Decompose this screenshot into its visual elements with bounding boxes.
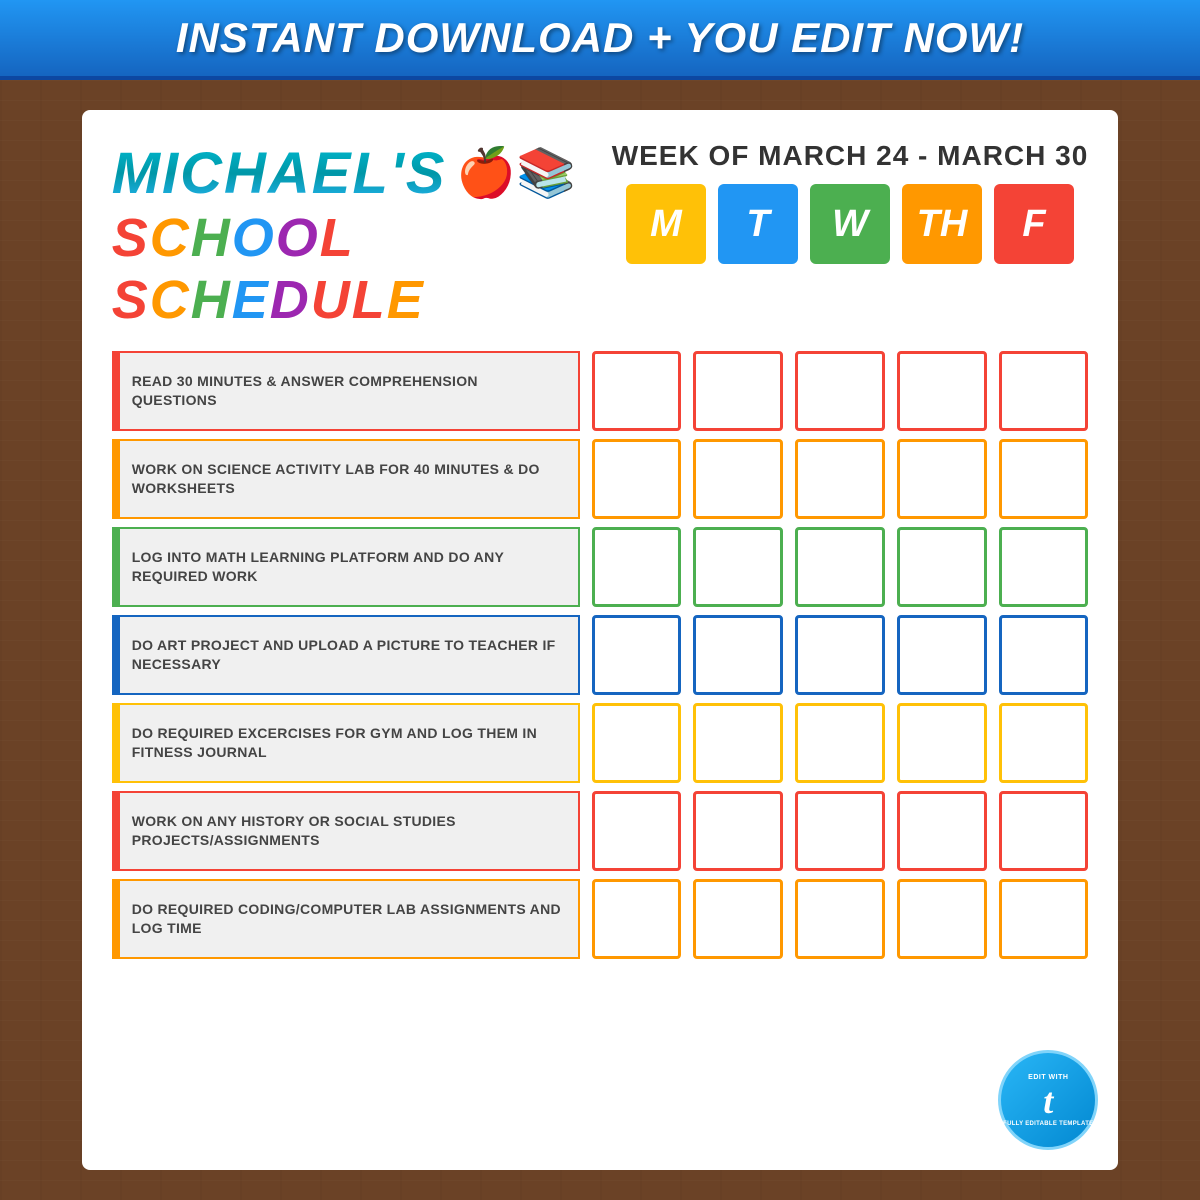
checkbox-t-5[interactable] (693, 703, 783, 783)
table-row: DO REQUIRED EXCERCISES FOR GYM AND LOG T… (112, 703, 1089, 783)
checkbox-t-3[interactable] (693, 527, 783, 607)
table-row: LOG INTO MATH LEARNING PLATFORM AND DO A… (112, 527, 1089, 607)
checkbox-t-2[interactable] (693, 439, 783, 519)
checkbox-m-5[interactable] (592, 703, 682, 783)
checkbox-w-5[interactable] (795, 703, 885, 783)
checkbox-f-7[interactable] (999, 879, 1089, 959)
checkbox-th-7[interactable] (897, 879, 987, 959)
checkboxes-row-6 (592, 791, 1089, 871)
task-label-1: READ 30 MINUTES & ANSWER COMPREHENSION Q… (112, 351, 580, 431)
week-section: WEEK OF MARCH 24 - MARCH 30 M T W TH F (592, 140, 1089, 264)
checkbox-t-7[interactable] (693, 879, 783, 959)
checkbox-f-3[interactable] (999, 527, 1089, 607)
day-headers: M T W TH F (612, 184, 1089, 264)
table-row: WORK ON SCIENCE ACTIVITY LAB FOR 40 MINU… (112, 439, 1089, 519)
checkbox-f-2[interactable] (999, 439, 1089, 519)
checkbox-f-1[interactable] (999, 351, 1089, 431)
student-name: MICHAEL'S (112, 140, 447, 207)
day-tuesday: T (718, 184, 798, 264)
main-card: MICHAEL'S 🍎📚 SCHOOL SCHEDULE WEEK OF MAR… (82, 110, 1119, 1170)
checkbox-w-4[interactable] (795, 615, 885, 695)
day-wednesday: W (810, 184, 890, 264)
checkbox-m-1[interactable] (592, 351, 682, 431)
templett-badge: EDIT WITH t FULLY EDITABLE TEMPLATE (998, 1050, 1098, 1150)
top-banner: INSTANT DOWNLOAD + YOU EDIT NOW! (0, 0, 1200, 80)
day-friday: F (994, 184, 1074, 264)
checkbox-f-6[interactable] (999, 791, 1089, 871)
checkbox-t-1[interactable] (693, 351, 783, 431)
checkbox-w-6[interactable] (795, 791, 885, 871)
checkbox-w-1[interactable] (795, 351, 885, 431)
checkboxes-row-1 (592, 351, 1089, 431)
checkbox-th-1[interactable] (897, 351, 987, 431)
templett-bottom-text: FULLY EDITABLE TEMPLATE (1003, 1121, 1093, 1127)
day-thursday: TH (902, 184, 982, 264)
banner-text: INSTANT DOWNLOAD + YOU EDIT NOW! (20, 14, 1180, 62)
checkbox-m-2[interactable] (592, 439, 682, 519)
apple-books-icon: 🍎📚 (456, 150, 576, 198)
table-row: WORK ON ANY HISTORY OR SOCIAL STUDIES PR… (112, 791, 1089, 871)
school-schedule-title: SCHOOL SCHEDULE (112, 207, 592, 331)
checkbox-th-6[interactable] (897, 791, 987, 871)
task-label-4: DO ART PROJECT AND UPLOAD A PICTURE TO T… (112, 615, 580, 695)
checkboxes-row-2 (592, 439, 1089, 519)
checkbox-f-5[interactable] (999, 703, 1089, 783)
schedule-grid: READ 30 MINUTES & ANSWER COMPREHENSION Q… (112, 351, 1089, 1150)
checkbox-th-5[interactable] (897, 703, 987, 783)
checkboxes-row-5 (592, 703, 1089, 783)
table-row: DO ART PROJECT AND UPLOAD A PICTURE TO T… (112, 615, 1089, 695)
checkbox-th-2[interactable] (897, 439, 987, 519)
checkboxes-row-3 (592, 527, 1089, 607)
checkboxes-row-4 (592, 615, 1089, 695)
task-label-5: DO REQUIRED EXCERCISES FOR GYM AND LOG T… (112, 703, 580, 783)
day-monday: M (626, 184, 706, 264)
task-label-2: WORK ON SCIENCE ACTIVITY LAB FOR 40 MINU… (112, 439, 580, 519)
table-row: READ 30 MINUTES & ANSWER COMPREHENSION Q… (112, 351, 1089, 431)
table-row: DO REQUIRED CODING/COMPUTER LAB ASSIGNME… (112, 879, 1089, 959)
task-label-7: DO REQUIRED CODING/COMPUTER LAB ASSIGNME… (112, 879, 580, 959)
checkboxes-row-7 (592, 879, 1089, 959)
title-section: MICHAEL'S 🍎📚 SCHOOL SCHEDULE (112, 140, 592, 331)
task-label-6: WORK ON ANY HISTORY OR SOCIAL STUDIES PR… (112, 791, 580, 871)
michaels-line: MICHAEL'S 🍎📚 (112, 140, 592, 207)
header-section: MICHAEL'S 🍎📚 SCHOOL SCHEDULE WEEK OF MAR… (112, 140, 1089, 331)
checkbox-m-4[interactable] (592, 615, 682, 695)
checkbox-w-7[interactable] (795, 879, 885, 959)
task-label-3: LOG INTO MATH LEARNING PLATFORM AND DO A… (112, 527, 580, 607)
checkbox-t-4[interactable] (693, 615, 783, 695)
week-label: WEEK OF MARCH 24 - MARCH 30 (612, 140, 1089, 172)
checkbox-th-4[interactable] (897, 615, 987, 695)
templett-top-text: EDIT WITH (1028, 1074, 1068, 1081)
wood-background: INSTANT DOWNLOAD + YOU EDIT NOW! MICHAEL… (0, 0, 1200, 1200)
checkbox-m-3[interactable] (592, 527, 682, 607)
checkbox-m-6[interactable] (592, 791, 682, 871)
checkbox-th-3[interactable] (897, 527, 987, 607)
checkbox-f-4[interactable] (999, 615, 1089, 695)
checkbox-m-7[interactable] (592, 879, 682, 959)
templett-t-letter: t (1043, 1083, 1053, 1119)
checkbox-t-6[interactable] (693, 791, 783, 871)
checkbox-w-2[interactable] (795, 439, 885, 519)
checkbox-w-3[interactable] (795, 527, 885, 607)
